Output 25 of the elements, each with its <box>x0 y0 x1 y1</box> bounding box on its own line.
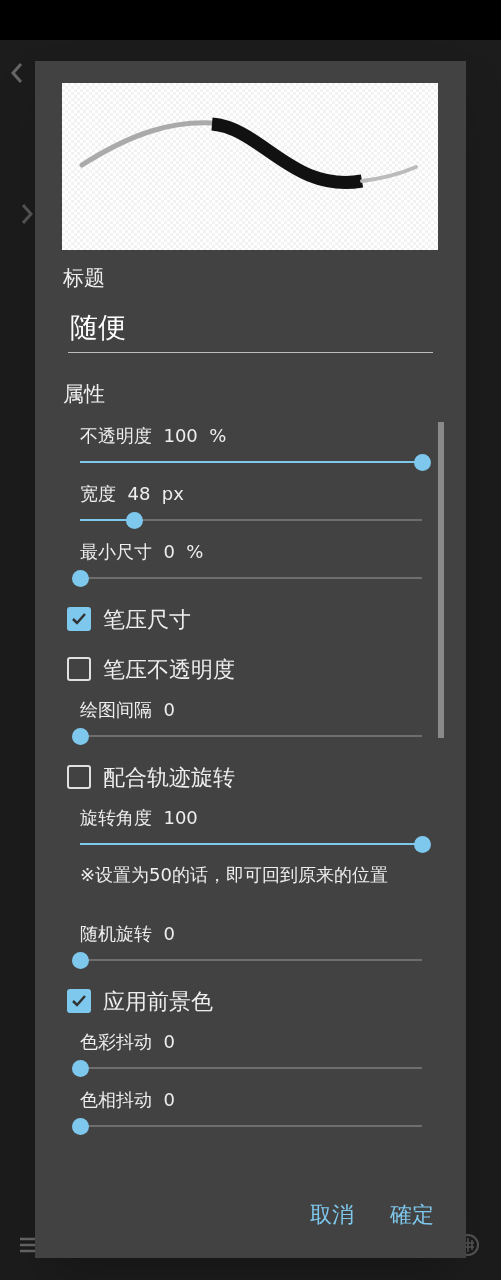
checkbox[interactable] <box>67 989 91 1013</box>
checkbox-label: 笔压尺寸 <box>103 605 191 634</box>
checkbox[interactable] <box>67 765 91 789</box>
note-text: ※设置为50的话，即可回到原来的位置 <box>80 863 388 887</box>
slider-label: 宽度 48 px <box>80 482 184 506</box>
checkbox-label: 笔压不透明度 <box>103 655 235 684</box>
dialog-button[interactable]: 確定 <box>384 1194 440 1234</box>
slider-label: 旋转角度 100 <box>80 806 198 830</box>
field-label: 标题 <box>63 265 106 292</box>
dialog-button[interactable]: 取消 <box>304 1194 360 1234</box>
section-heading: 属性 <box>63 381 106 408</box>
scrollbar[interactable] <box>438 422 444 738</box>
slider-label: 绘图间隔 0 <box>80 698 175 722</box>
slider-label: 随机旋转 0 <box>80 922 175 946</box>
slider-label: 色彩抖动 0 <box>80 1030 175 1054</box>
title-input-field[interactable]: 随便 <box>68 304 433 353</box>
slider-label: 最小尺寸 0 % <box>80 540 204 564</box>
checkbox[interactable] <box>67 657 91 681</box>
slider-label: 色相抖动 0 <box>80 1088 175 1112</box>
back-icon[interactable] <box>10 62 24 84</box>
slider-label: 不透明度 100 % <box>80 424 227 448</box>
menu-icon[interactable] <box>20 1236 36 1254</box>
checkbox-label: 应用前景色 <box>103 987 213 1016</box>
checkbox-label: 配合轨迹旋转 <box>103 763 235 792</box>
checkbox[interactable] <box>67 607 91 631</box>
